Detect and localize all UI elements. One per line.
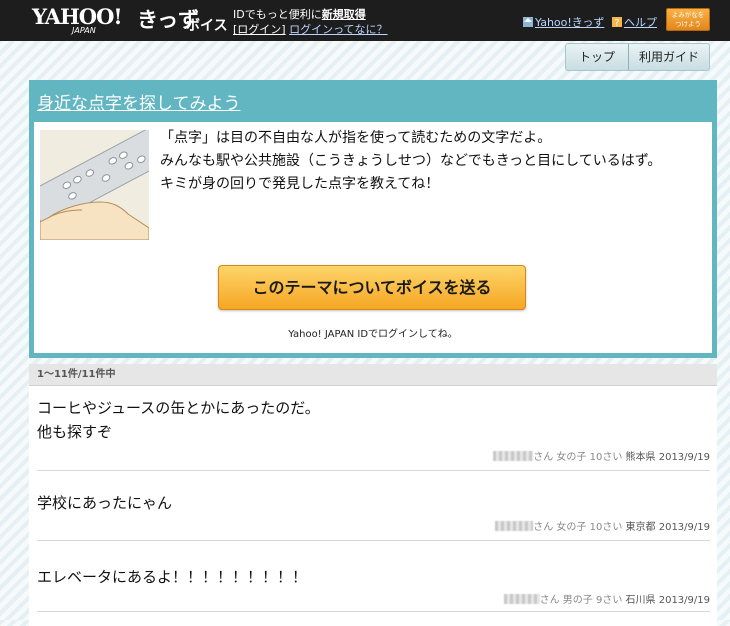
name-suffix: さん <box>539 595 560 606</box>
description-line: キミが身の回りで発見した点字を教えてね！ <box>160 176 440 192</box>
list-item: エレベータにあるよ！！！！！！！！！ さん 男の子 9さい 石川県 2013/9… <box>37 553 710 612</box>
voice-text: コーヒやジュースの缶とかにあったのだ。 他も探すぞ <box>37 396 710 444</box>
voice-meta: さん 女の子 10さい 熊本県 2013/9/19 <box>493 448 710 463</box>
prefecture: 石川県 <box>625 595 656 606</box>
nav-tabs: トップ 利用ガイド <box>565 43 710 71</box>
voice-meta: さん 男の子 9さい 石川県 2013/9/19 <box>503 591 710 606</box>
blurred-username <box>503 594 540 604</box>
post-date: 2013/9/19 <box>658 522 710 533</box>
voice-meta: さん 女の子 10さい 東京都 2013/9/19 <box>495 518 710 533</box>
name-suffix: さん <box>533 522 554 533</box>
braille-illustration-icon <box>40 130 149 240</box>
voice-text-line: エレベータにあるよ！！！！！！！！！ <box>37 568 308 586</box>
logo-japan-text: JAPAN <box>72 26 96 35</box>
register-link[interactable]: 新規取得 <box>322 8 366 21</box>
theme-title[interactable]: 身近な点字を探してみよう <box>37 89 241 114</box>
kids-home-icon <box>523 17 533 27</box>
theme-box: 身近な点字を探してみよう 「点字」は目の不自由な人が指を使って読むための文字だよ… <box>29 80 717 358</box>
tab-guide[interactable]: 利用ガイド <box>628 44 709 70</box>
gender: 男の子 <box>562 595 593 606</box>
help-link-label: ヘルプ <box>624 16 657 29</box>
voice-text-line: コーヒやジュースの缶とかにあったのだ。 <box>37 399 320 417</box>
voice-text: エレベータにあるよ！！！！！！！！！ <box>37 553 710 589</box>
gender: 女の子 <box>556 452 587 463</box>
voice-text: 学校にあったにゃん <box>37 483 710 515</box>
result-count: 1〜11件/11件中 <box>29 364 717 386</box>
post-date: 2013/9/19 <box>658 595 710 606</box>
send-voice-button[interactable]: このテーマについてボイスを送る <box>218 265 526 310</box>
description-line: みんなも駅や公共施設（こうきょうしせつ）などでもきっと目にしているはず。 <box>160 153 662 169</box>
help-link[interactable]: ? ヘルプ <box>612 14 657 30</box>
svg-text:?: ? <box>615 19 620 28</box>
blurred-username <box>493 451 534 461</box>
voice-text-line: 他も探すぞ <box>37 423 113 441</box>
age: 10さい <box>589 522 623 533</box>
list-item: 学校にあったにゃん さん 女の子 10さい 東京都 2013/9/19 <box>37 483 710 541</box>
prefecture: 熊本県 <box>625 452 656 463</box>
kids-top-link[interactable]: Yahoo!きっず <box>523 14 604 30</box>
blurred-username <box>495 521 534 531</box>
yomigana-label-2: つけよう <box>675 20 701 28</box>
login-help-link[interactable]: ログインってなに？ <box>289 23 387 36</box>
tagline: IDでもっと便利に <box>233 8 322 21</box>
description-line: 「点字」は目の不自由な人が指を使って読むための文字だよ。 <box>160 130 552 146</box>
braille-finger-illustration <box>40 130 149 240</box>
login-note: Yahoo! JAPAN IDでログインしてね。 <box>288 329 458 340</box>
name-suffix: さん <box>533 452 554 463</box>
login-link[interactable]: [ログイン] <box>233 23 286 36</box>
voice-text-line: 学校にあったにゃん <box>37 494 173 512</box>
kids-link-label: Yahoo!きっず <box>535 16 605 29</box>
help-icon: ? <box>612 17 622 27</box>
age: 10さい <box>589 452 623 463</box>
top-bar: YAHOO! JAPAN きっず ボイス IDでもっと便利に新規取得 [ログイン… <box>0 0 730 41</box>
prefecture: 東京都 <box>625 522 656 533</box>
post-date: 2013/9/19 <box>658 452 710 463</box>
age: 9さい <box>595 595 623 606</box>
yomigana-button[interactable]: よみがなを つけよう <box>666 8 710 31</box>
logo-voice-text: ボイス <box>186 18 228 34</box>
list-item: コーヒやジュースの缶とかにあったのだ。 他も探すぞ さん 女の子 10さい 熊本… <box>37 396 710 471</box>
voice-list: コーヒやジュースの缶とかにあったのだ。 他も探すぞ さん 女の子 10さい 熊本… <box>29 386 717 626</box>
yomigana-label-1: よみがなを <box>671 11 705 19</box>
gender: 女の子 <box>556 522 587 533</box>
theme-content: 「点字」は目の不自由な人が指を使って読むための文字だよ。 みんなも駅や公共施設（… <box>34 122 712 353</box>
tab-top[interactable]: トップ <box>566 44 628 70</box>
login-info: IDでもっと便利に新規取得 [ログイン] ログインってなに？ <box>233 7 388 37</box>
theme-description: 「点字」は目の不自由な人が指を使って読むための文字だよ。 みんなも駅や公共施設（… <box>160 127 661 196</box>
